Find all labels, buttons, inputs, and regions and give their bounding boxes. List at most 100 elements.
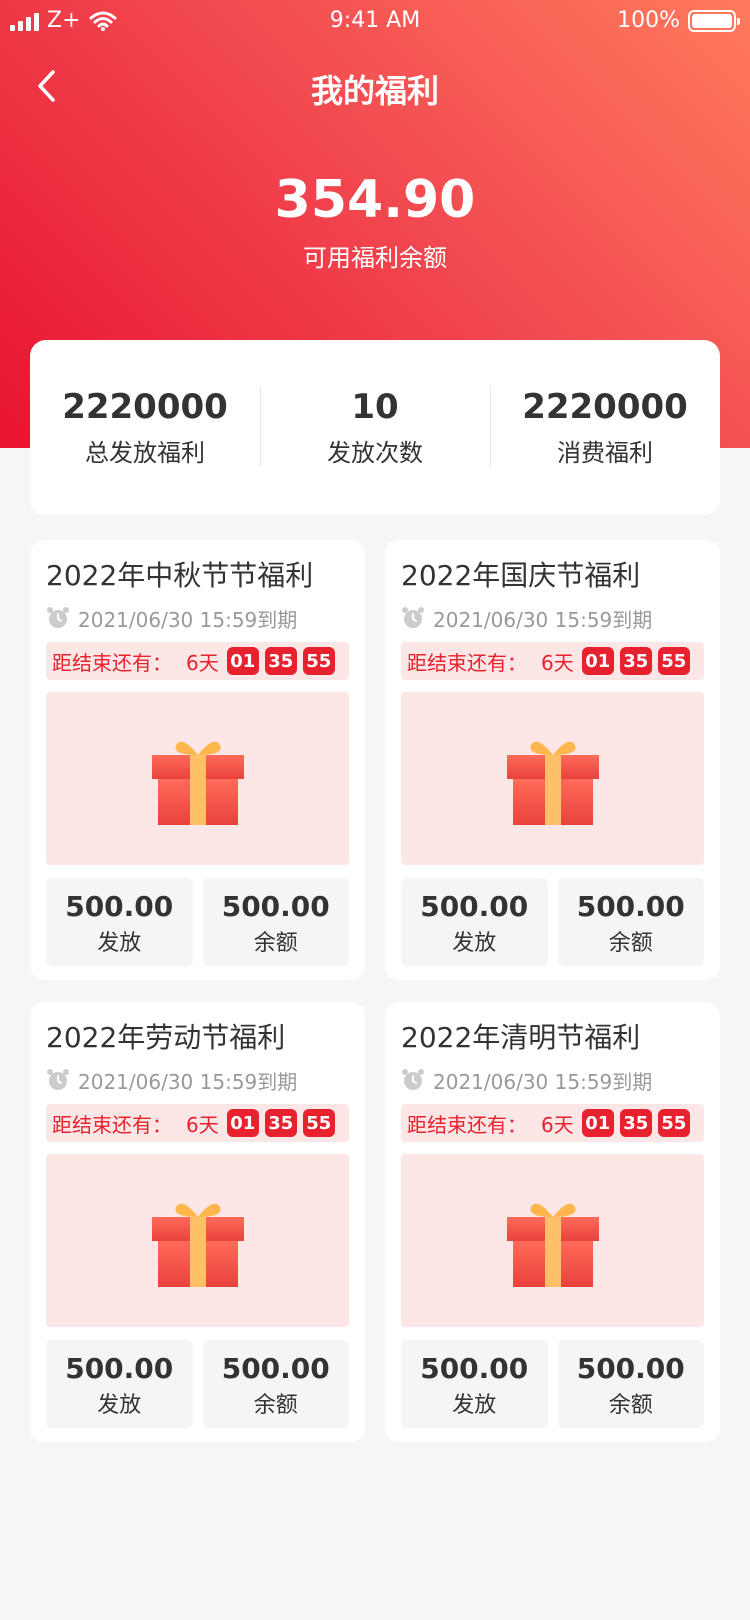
countdown-hours: 01 — [581, 647, 614, 675]
stat-value: 500.00 — [420, 1352, 529, 1385]
stat-label: 余额 — [608, 1393, 653, 1418]
stat-label: 余额 — [253, 931, 298, 956]
stat-issued: 500.00 发放 — [46, 878, 193, 966]
stat-value: 500.00 — [420, 890, 529, 923]
countdown-minutes: 35 — [619, 647, 652, 675]
stat-label: 发放 — [452, 931, 497, 956]
stat-balance: 500.00 余额 — [202, 878, 349, 966]
status-bar-right: 100% — [617, 8, 740, 33]
countdown-bar: 距结束还有： 6天 01 35 55 — [401, 1104, 704, 1142]
countdown-days: 6天 — [186, 650, 219, 675]
stat-label: 发放 — [97, 931, 142, 956]
battery-icon — [688, 9, 740, 32]
card-expire: 2021/06/30 15:59到期 — [401, 1066, 704, 1094]
countdown-label: 距结束还有： — [407, 1112, 527, 1137]
welfare-card-grid: 2022年中秋节节福利 2021/06/30 15:59到期 距结束还有： 6天… — [30, 540, 720, 1442]
stat-value: 500.00 — [221, 890, 330, 923]
countdown-label: 距结束还有： — [52, 650, 172, 675]
summary-value: 10 — [351, 387, 399, 427]
countdown-minutes: 35 — [264, 647, 297, 675]
welfare-card[interactable]: 2022年国庆节福利 2021/06/30 15:59到期 距结束还有： 6天 … — [385, 540, 720, 980]
stat-issued: 500.00 发放 — [401, 1340, 548, 1428]
gift-box-icon — [151, 741, 244, 825]
stat-value: 500.00 — [576, 890, 685, 923]
countdown-hours: 01 — [226, 647, 259, 675]
gift-image-area — [401, 1154, 704, 1327]
balance-label: 可用福利余额 — [303, 244, 447, 272]
stat-label: 余额 — [253, 1393, 298, 1418]
summary-label: 发放次数 — [327, 439, 423, 467]
countdown-hours: 01 — [226, 1109, 259, 1137]
countdown-bar: 距结束还有： 6天 01 35 55 — [46, 642, 349, 680]
stat-label: 发放 — [97, 1393, 142, 1418]
card-title: 2022年中秋节节福利 — [46, 559, 314, 592]
card-title: 2022年国庆节福利 — [401, 559, 641, 592]
welfare-page: Z+ 9:41 AM 100% 我的福利 354.90 可用福利余额 22200… — [0, 0, 750, 1620]
card-title: 2022年清明节福利 — [401, 1021, 641, 1054]
welfare-card[interactable]: 2022年中秋节节福利 2021/06/30 15:59到期 距结束还有： 6天… — [30, 540, 365, 980]
welfare-card[interactable]: 2022年清明节福利 2021/06/30 15:59到期 距结束还有： 6天 … — [385, 1002, 720, 1442]
summary-label: 总发放福利 — [85, 439, 205, 467]
summary-consumed: 2220000 消费福利 — [490, 387, 720, 468]
stat-value: 500.00 — [576, 1352, 685, 1385]
gift-box-icon — [506, 1203, 599, 1287]
gift-image-area — [401, 692, 704, 865]
expire-text: 2021/06/30 15:59到期 — [78, 1069, 298, 1094]
countdown-days: 6天 — [541, 1112, 574, 1137]
expire-text: 2021/06/30 15:59到期 — [433, 1069, 653, 1094]
page-title: 我的福利 — [310, 72, 439, 110]
stat-balance: 500.00 余额 — [557, 1340, 704, 1428]
card-expire: 2021/06/30 15:59到期 — [46, 604, 349, 632]
countdown-seconds: 55 — [657, 1109, 690, 1137]
card-stats: 500.00 发放 500.00 余额 — [401, 1340, 704, 1428]
card-expire: 2021/06/30 15:59到期 — [401, 604, 704, 632]
gift-image-area — [46, 692, 349, 865]
countdown-seconds: 55 — [302, 1109, 335, 1137]
stat-balance: 500.00 余额 — [202, 1340, 349, 1428]
stat-label: 发放 — [452, 1393, 497, 1418]
countdown-hours: 01 — [581, 1109, 614, 1137]
countdown-label: 距结束还有： — [407, 650, 527, 675]
stat-value: 500.00 — [65, 890, 174, 923]
card-expire: 2021/06/30 15:59到期 — [46, 1066, 349, 1094]
countdown-days: 6天 — [186, 1112, 219, 1137]
alarm-clock-icon — [47, 607, 69, 628]
card-stats: 500.00 发放 500.00 余额 — [46, 1340, 349, 1428]
stat-label: 余额 — [608, 931, 653, 956]
stat-value: 500.00 — [65, 1352, 174, 1385]
summary-total-issued: 2220000 总发放福利 — [30, 387, 260, 468]
summary-label: 消费福利 — [557, 439, 653, 467]
stat-issued: 500.00 发放 — [401, 878, 548, 966]
stat-issued: 500.00 发放 — [46, 1340, 193, 1428]
countdown-label: 距结束还有： — [52, 1112, 172, 1137]
countdown-bar: 距结束还有： 6天 01 35 55 — [401, 642, 704, 680]
card-stats: 500.00 发放 500.00 余额 — [46, 878, 349, 966]
countdown-days: 6天 — [541, 650, 574, 675]
summary-value: 2220000 — [522, 387, 688, 427]
stat-value: 500.00 — [221, 1352, 330, 1385]
summary-value: 2220000 — [62, 387, 228, 427]
status-bar: Z+ 9:41 AM 100% — [0, 0, 750, 44]
expire-text: 2021/06/30 15:59到期 — [433, 607, 653, 632]
card-title: 2022年劳动节福利 — [46, 1021, 286, 1054]
countdown-bar: 距结束还有： 6天 01 35 55 — [46, 1104, 349, 1142]
countdown-seconds: 55 — [657, 647, 690, 675]
stat-balance: 500.00 余额 — [557, 878, 704, 966]
balance-amount: 354.90 — [274, 170, 476, 230]
gift-box-icon — [151, 1203, 244, 1287]
alarm-clock-icon — [47, 1069, 69, 1090]
gift-image-area — [46, 1154, 349, 1327]
countdown-minutes: 35 — [619, 1109, 652, 1137]
gift-box-icon — [506, 741, 599, 825]
summary-issue-count: 10 发放次数 — [260, 387, 490, 468]
countdown-minutes: 35 — [264, 1109, 297, 1137]
alarm-clock-icon — [402, 607, 424, 628]
card-stats: 500.00 发放 500.00 余额 — [401, 878, 704, 966]
welfare-card[interactable]: 2022年劳动节福利 2021/06/30 15:59到期 距结束还有： 6天 … — [30, 1002, 365, 1442]
alarm-clock-icon — [402, 1069, 424, 1090]
summary-card: 2220000 总发放福利 10 发放次数 2220000 消费福利 — [30, 340, 720, 515]
expire-text: 2021/06/30 15:59到期 — [78, 607, 298, 632]
nav-bar: 我的福利 — [0, 58, 750, 114]
battery-percentage: 100% — [617, 8, 680, 33]
countdown-seconds: 55 — [302, 647, 335, 675]
